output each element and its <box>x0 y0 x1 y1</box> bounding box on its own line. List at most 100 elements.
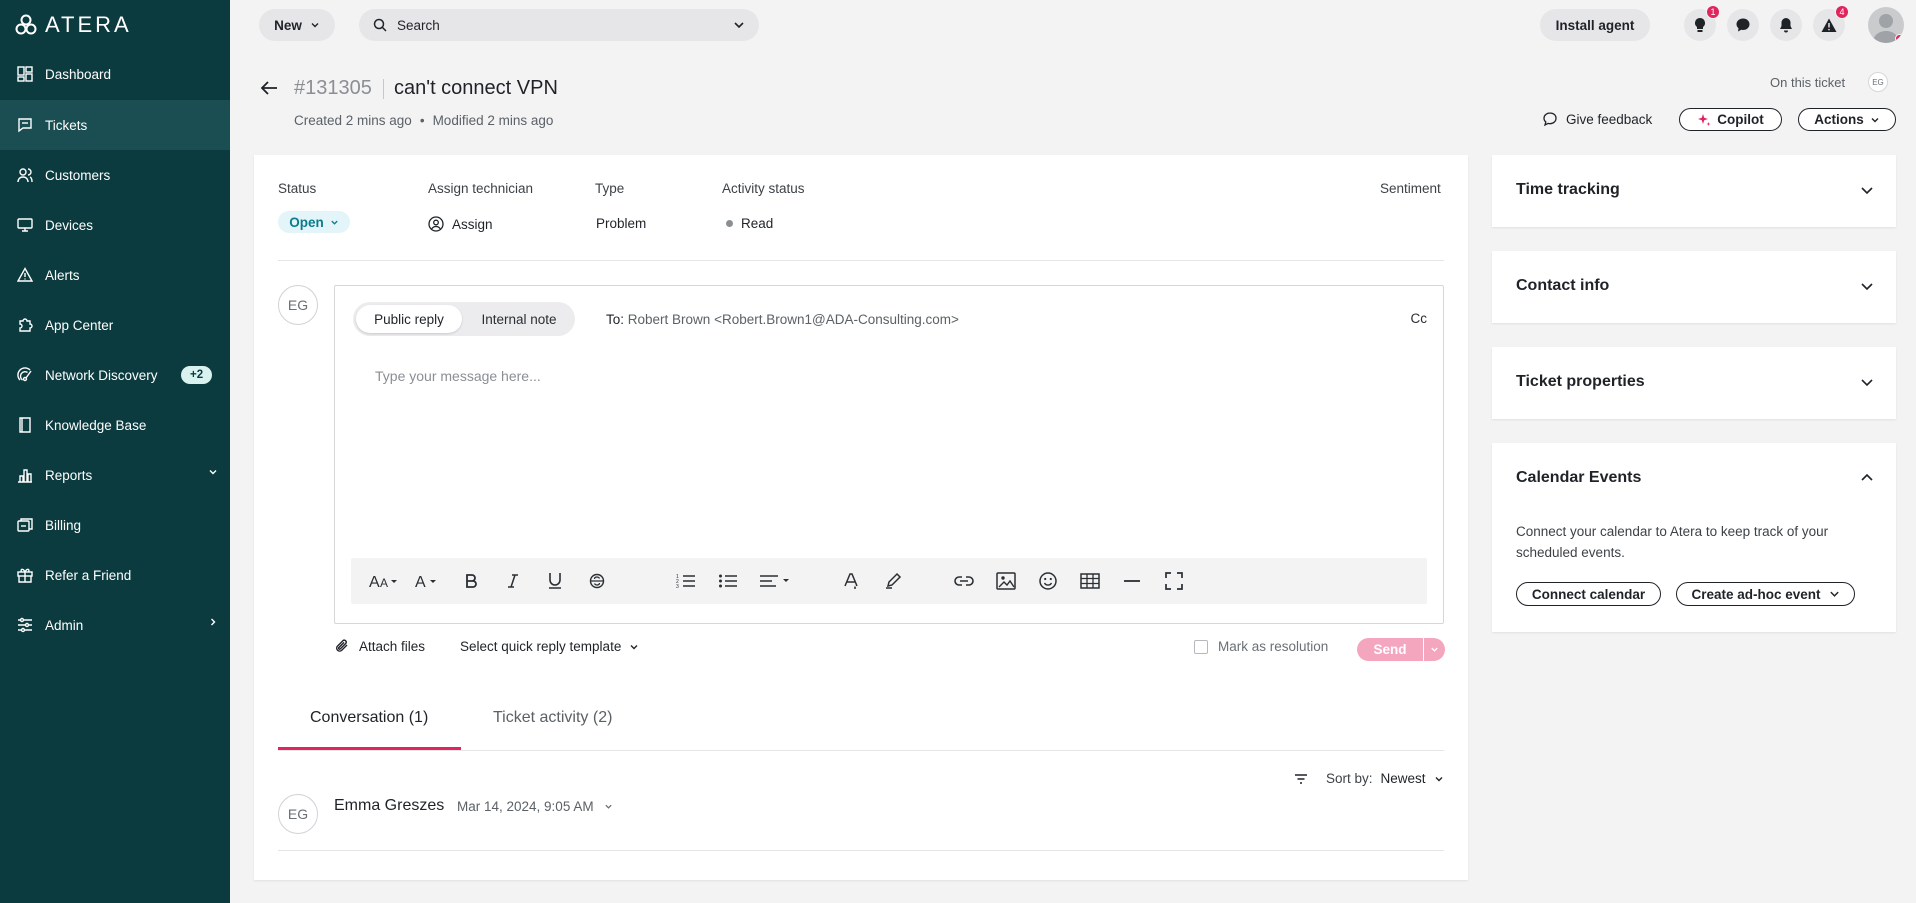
notifications-button[interactable] <box>1770 9 1802 41</box>
horizontal-rule-icon[interactable] <box>1121 571 1143 591</box>
send-options-chevron-icon[interactable] <box>1424 645 1445 654</box>
public-reply-tab[interactable]: Public reply <box>356 305 462 333</box>
sidebar-item-label: Billing <box>45 517 82 533</box>
recipient-field[interactable]: To: Robert Brown <Robert.Brown1@ADA-Cons… <box>606 312 959 327</box>
sidebar-item-knowledge-base[interactable]: Knowledge Base <box>0 400 230 450</box>
numbered-list-icon[interactable]: 123 <box>675 571 697 591</box>
resolution-checkbox[interactable] <box>1194 639 1208 654</box>
tab-ticket-activity[interactable]: Ticket activity (2) <box>493 709 612 727</box>
send-button[interactable]: Send <box>1357 638 1445 661</box>
font-size-icon[interactable]: AA <box>369 571 401 591</box>
admin-icon <box>15 615 35 635</box>
sidebar-item-devices[interactable]: Devices <box>0 200 230 250</box>
cc-button[interactable]: Cc <box>1411 311 1428 326</box>
message-date[interactable]: Mar 14, 2024, 9:05 AM <box>457 799 613 814</box>
highlight-icon[interactable] <box>883 571 903 591</box>
app-center-icon <box>15 315 35 335</box>
ticket-properties-panel[interactable]: Ticket properties <box>1492 347 1896 419</box>
italic-icon[interactable] <box>503 571 523 591</box>
filter-icon <box>1295 773 1307 784</box>
activity-status-label: Activity status <box>722 181 805 196</box>
divider <box>278 260 1444 261</box>
contact-info-panel[interactable]: Contact info <box>1492 251 1896 323</box>
mark-as-resolution[interactable]: Mark as resolution <box>1194 639 1328 654</box>
install-agent-button[interactable]: Install agent <box>1540 9 1650 41</box>
time-tracking-panel[interactable]: Time tracking <box>1492 155 1896 227</box>
text-color-icon[interactable] <box>841 571 861 591</box>
chevron-right-icon[interactable] <box>208 617 218 627</box>
sidebar-item-customers[interactable]: Customers <box>0 150 230 200</box>
sidebar-item-dashboard[interactable]: Dashboard <box>0 49 230 99</box>
attach-files-button[interactable]: Attach files <box>334 638 425 654</box>
link-icon[interactable] <box>953 571 975 591</box>
font-family-icon[interactable]: A <box>413 571 443 591</box>
image-icon[interactable] <box>995 571 1017 591</box>
read-dot-icon <box>726 220 733 227</box>
chat-icon <box>1736 18 1750 32</box>
type-value[interactable]: Problem <box>596 216 646 231</box>
composer-avatar: EG <box>278 285 318 325</box>
sort-dropdown[interactable]: Sort by: Newest <box>1294 771 1444 786</box>
user-avatar[interactable] <box>1868 7 1904 43</box>
actions-button[interactable]: Actions <box>1798 108 1896 131</box>
give-feedback-button[interactable]: Give feedback <box>1542 111 1652 127</box>
status-value: Open <box>289 214 324 230</box>
assign-technician-button[interactable]: Assign <box>428 216 493 232</box>
sort-label: Sort by: <box>1326 771 1373 786</box>
fullscreen-icon[interactable] <box>1163 571 1185 591</box>
chevron-down-icon[interactable] <box>733 20 745 30</box>
chevron-down-icon[interactable] <box>1860 377 1874 387</box>
time-tracking-title: Time tracking <box>1516 181 1620 198</box>
emoji-icon[interactable] <box>1037 571 1059 591</box>
strikethrough-icon[interactable] <box>587 571 607 591</box>
arrow-left-icon <box>260 81 277 95</box>
chevron-down-icon[interactable] <box>1860 185 1874 195</box>
quick-reply-template-dropdown[interactable]: Select quick reply template <box>460 639 639 654</box>
search-input[interactable]: Search <box>359 9 759 41</box>
tab-conversation[interactable]: Conversation (1) <box>310 709 428 727</box>
bold-icon[interactable] <box>461 571 481 591</box>
sidebar-item-alerts[interactable]: Alerts <box>0 250 230 300</box>
sidebar-item-label: Network Discovery <box>45 367 158 383</box>
chevron-down-icon <box>1435 776 1443 781</box>
sidebar-item-tickets[interactable]: Tickets <box>0 100 230 150</box>
chevron-up-icon[interactable] <box>1860 473 1874 483</box>
sidebar-item-refer-friend[interactable]: Refer a Friend <box>0 550 230 600</box>
sidebar-item-app-center[interactable]: App Center <box>0 300 230 350</box>
logo[interactable]: ATERA <box>15 12 132 37</box>
ideas-button[interactable]: 1 <box>1684 5 1720 41</box>
align-icon[interactable] <box>759 571 793 591</box>
give-feedback-label: Give feedback <box>1566 111 1653 127</box>
chevron-down-icon <box>604 804 612 809</box>
connect-calendar-button[interactable]: Connect calendar <box>1516 582 1661 606</box>
viewer-avatar[interactable]: EG <box>1868 72 1888 92</box>
calendar-description: Connect your calendar to Atera to keep t… <box>1516 524 1829 560</box>
devices-icon <box>15 215 35 235</box>
underline-icon[interactable] <box>545 571 565 591</box>
copilot-button[interactable]: Copilot <box>1679 108 1782 131</box>
atera-logo-icon <box>15 14 37 35</box>
chevron-down-icon[interactable] <box>208 467 218 477</box>
internal-note-tab[interactable]: Internal note <box>467 305 571 333</box>
sidebar-item-network-discovery[interactable]: Network Discovery +2 <box>0 350 230 400</box>
alerts-button[interactable]: 4 <box>1813 5 1849 41</box>
type-label: Type <box>595 181 625 196</box>
to-value: Robert Brown <Robert.Brown1@ADA-Consulti… <box>627 312 959 327</box>
sidebar-item-reports[interactable]: Reports <box>0 450 230 500</box>
chat-button[interactable] <box>1727 9 1759 41</box>
message-input[interactable]: Type your message here... <box>375 368 541 384</box>
status-dropdown[interactable]: Open <box>278 211 350 233</box>
resolution-label: Mark as resolution <box>1218 639 1329 654</box>
author-name: Emma Greszes <box>334 797 445 814</box>
create-adhoc-event-button[interactable]: Create ad-hoc event <box>1676 582 1855 606</box>
bullet-list-icon[interactable] <box>717 571 739 591</box>
table-icon[interactable] <box>1079 571 1101 591</box>
back-button[interactable] <box>260 80 278 96</box>
sidebar-item-label: App Center <box>45 317 114 333</box>
chevron-down-icon[interactable] <box>1860 281 1874 291</box>
send-label: Send <box>1373 642 1407 657</box>
sentiment-label: Sentiment <box>1380 181 1441 196</box>
sidebar-item-admin[interactable]: Admin <box>0 600 230 650</box>
new-button[interactable]: New <box>259 9 335 41</box>
sidebar-item-billing[interactable]: Billing <box>0 500 230 550</box>
